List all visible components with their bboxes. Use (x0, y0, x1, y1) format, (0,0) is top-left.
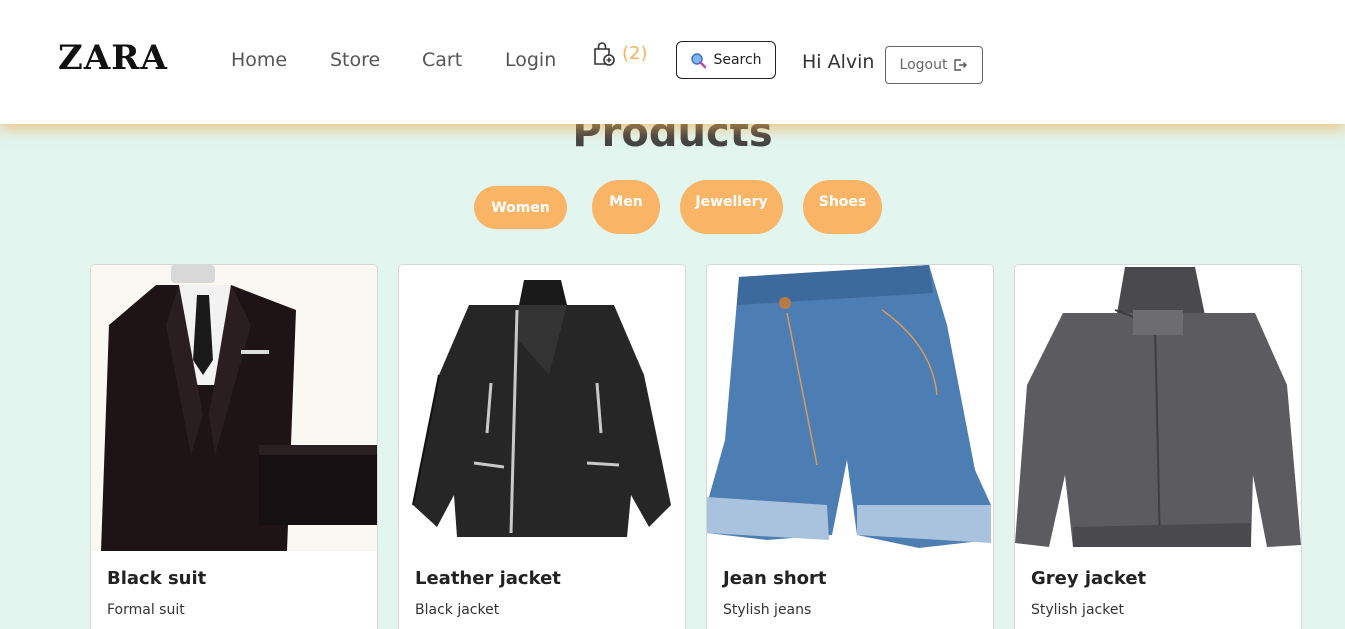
user-greeting: Hi Alvin (802, 51, 875, 73)
category-jewellery-button[interactable]: Jewellery (680, 180, 783, 234)
nav-link-login[interactable]: Login (505, 49, 556, 71)
navbar: ZARA Home Store Cart Login (2) Search Hi… (0, 0, 1345, 124)
product-title: Jean short (723, 568, 827, 589)
product-card[interactable]: Jean short Stylish jeans (706, 264, 994, 629)
cart-count-badge[interactable]: (2) (622, 43, 648, 64)
product-image-grey-jacket (1015, 265, 1301, 551)
shopping-bag-plus-icon[interactable] (592, 41, 616, 67)
product-title: Leather jacket (415, 568, 561, 589)
category-shoes-button[interactable]: Shoes (803, 180, 882, 234)
product-card[interactable]: Leather jacket Black jacket (398, 264, 686, 629)
brand-logo[interactable]: ZARA (58, 38, 168, 78)
magnifier-icon (691, 52, 707, 68)
product-image-black-suit (91, 265, 377, 551)
product-description: Formal suit (107, 602, 185, 618)
category-women-button[interactable]: Women (474, 186, 567, 229)
product-title: Black suit (107, 568, 207, 589)
search-button-label: Search (713, 52, 762, 68)
nav-link-cart[interactable]: Cart (422, 49, 462, 71)
product-title: Grey jacket (1031, 568, 1147, 589)
category-men-button[interactable]: Men (592, 180, 660, 234)
logout-button-label: Logout (899, 57, 948, 73)
product-description: Stylish jeans (723, 602, 812, 618)
box-arrow-right-icon (954, 59, 968, 71)
product-image-leather-jacket (399, 265, 685, 551)
nav-link-home[interactable]: Home (231, 49, 287, 71)
nav-link-store[interactable]: Store (330, 49, 380, 71)
logout-button[interactable]: Logout (885, 46, 983, 84)
product-image-jean-short (707, 265, 993, 551)
product-card[interactable]: Black suit Formal suit (90, 264, 378, 629)
product-description: Black jacket (415, 602, 500, 618)
product-description: Stylish jacket (1031, 602, 1124, 618)
product-card[interactable]: Grey jacket Stylish jacket (1014, 264, 1302, 629)
search-button[interactable]: Search (676, 41, 776, 79)
